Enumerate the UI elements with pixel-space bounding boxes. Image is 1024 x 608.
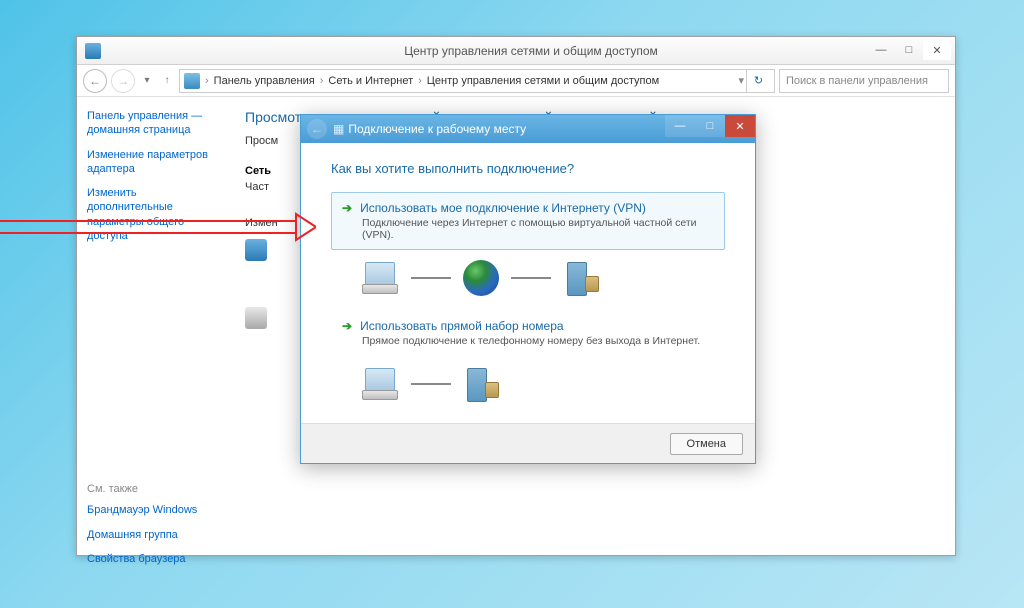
back-button[interactable]: ←	[83, 69, 107, 93]
window-controls: — □ ✕	[867, 40, 951, 60]
chevron-right-icon: ›	[317, 75, 327, 87]
dialog-minimize-button[interactable]: —	[665, 115, 695, 137]
window-icon	[85, 43, 101, 59]
sidebar-link-adapter[interactable]: Изменение параметров адаптера	[87, 148, 217, 177]
sidebar: Панель управления — домашняя страница Из…	[77, 97, 227, 555]
cancel-button[interactable]: Отмена	[670, 433, 743, 455]
server-icon	[463, 366, 503, 402]
troubleshoot-icon	[245, 307, 267, 329]
breadcrumb-icon	[184, 73, 200, 89]
server-icon	[563, 260, 603, 296]
computer-icon	[359, 366, 399, 402]
option-dialup[interactable]: ➔ Использовать прямой набор номера Прямо…	[331, 310, 725, 356]
titlebar: Центр управления сетями и общим доступом…	[77, 37, 955, 65]
dialog-icon: ▦	[333, 122, 344, 136]
up-button[interactable]: ↑	[159, 69, 175, 93]
close-button[interactable]: ✕	[923, 40, 951, 60]
connection-line	[411, 383, 451, 385]
sidebar-link-browser[interactable]: Свойства браузера	[87, 552, 217, 566]
breadcrumb-item[interactable]: Сеть и Интернет	[328, 75, 413, 87]
option-vpn-title: Использовать мое подключение к Интернету…	[360, 201, 646, 215]
sidebar-link-sharing[interactable]: Изменить дополнительные параметры общего…	[87, 186, 217, 243]
dialog-titlebar: ← ▦ Подключение к рабочему месту — □ ✕	[301, 115, 755, 143]
forward-button[interactable]: →	[111, 69, 135, 93]
arrow-right-icon: ➔	[342, 319, 352, 333]
option-vpn[interactable]: ➔ Использовать мое подключение к Интерне…	[331, 192, 725, 250]
dialog-body: Как вы хотите выполнить подключение? ➔ И…	[301, 143, 755, 423]
sidebar-link-firewall[interactable]: Брандмауэр Windows	[87, 503, 217, 517]
search-placeholder: Поиск в панели управления	[786, 75, 928, 87]
maximize-button[interactable]: □	[895, 40, 923, 60]
connection-line	[511, 277, 551, 279]
connect-workplace-dialog: ← ▦ Подключение к рабочему месту — □ ✕ К…	[300, 114, 756, 464]
computer-icon	[359, 260, 399, 296]
dialog-footer: Отмена	[301, 423, 755, 463]
minimize-button[interactable]: —	[867, 40, 895, 60]
refresh-button[interactable]: ↻	[746, 69, 770, 93]
chevron-right-icon: ›	[415, 75, 425, 87]
dialog-back-button[interactable]: ←	[307, 119, 327, 139]
arrow-right-icon: ➔	[342, 201, 352, 215]
breadcrumb[interactable]: › Панель управления › Сеть и Интернет › …	[179, 69, 775, 93]
option-vpn-desc: Подключение через Интернет с помощью вир…	[362, 217, 714, 241]
network-setup-icon	[245, 239, 267, 261]
chevron-right-icon: ›	[202, 75, 212, 87]
dialup-diagram	[359, 366, 725, 402]
dialog-close-button[interactable]: ✕	[725, 115, 755, 137]
dialog-title: Подключение к рабочему месту	[348, 122, 526, 136]
breadcrumb-item[interactable]: Панель управления	[214, 75, 315, 87]
globe-icon	[463, 260, 499, 296]
dialog-question: Как вы хотите выполнить подключение?	[331, 161, 725, 176]
option-dialup-desc: Прямое подключение к телефонному номеру …	[362, 335, 714, 347]
dialog-maximize-button[interactable]: □	[695, 115, 725, 137]
breadcrumb-item[interactable]: Центр управления сетями и общим доступом	[427, 75, 659, 87]
sidebar-link-home[interactable]: Панель управления — домашняя страница	[87, 109, 217, 138]
navbar: ← → ▾ ↑ › Панель управления › Сеть и Инт…	[77, 65, 955, 97]
search-input[interactable]: Поиск в панели управления	[779, 69, 949, 93]
sidebar-link-homegroup[interactable]: Домашняя группа	[87, 528, 217, 542]
connection-line	[411, 277, 451, 279]
dialog-controls: — □ ✕	[665, 115, 755, 137]
see-also-label: См. также	[87, 483, 217, 495]
vpn-diagram	[359, 260, 725, 296]
breadcrumb-dropdown-icon[interactable]: ▾	[738, 74, 744, 87]
recent-dropdown[interactable]: ▾	[139, 69, 155, 93]
window-title: Центр управления сетями и общим доступом	[107, 44, 955, 58]
option-dialup-title: Использовать прямой набор номера	[360, 319, 563, 333]
